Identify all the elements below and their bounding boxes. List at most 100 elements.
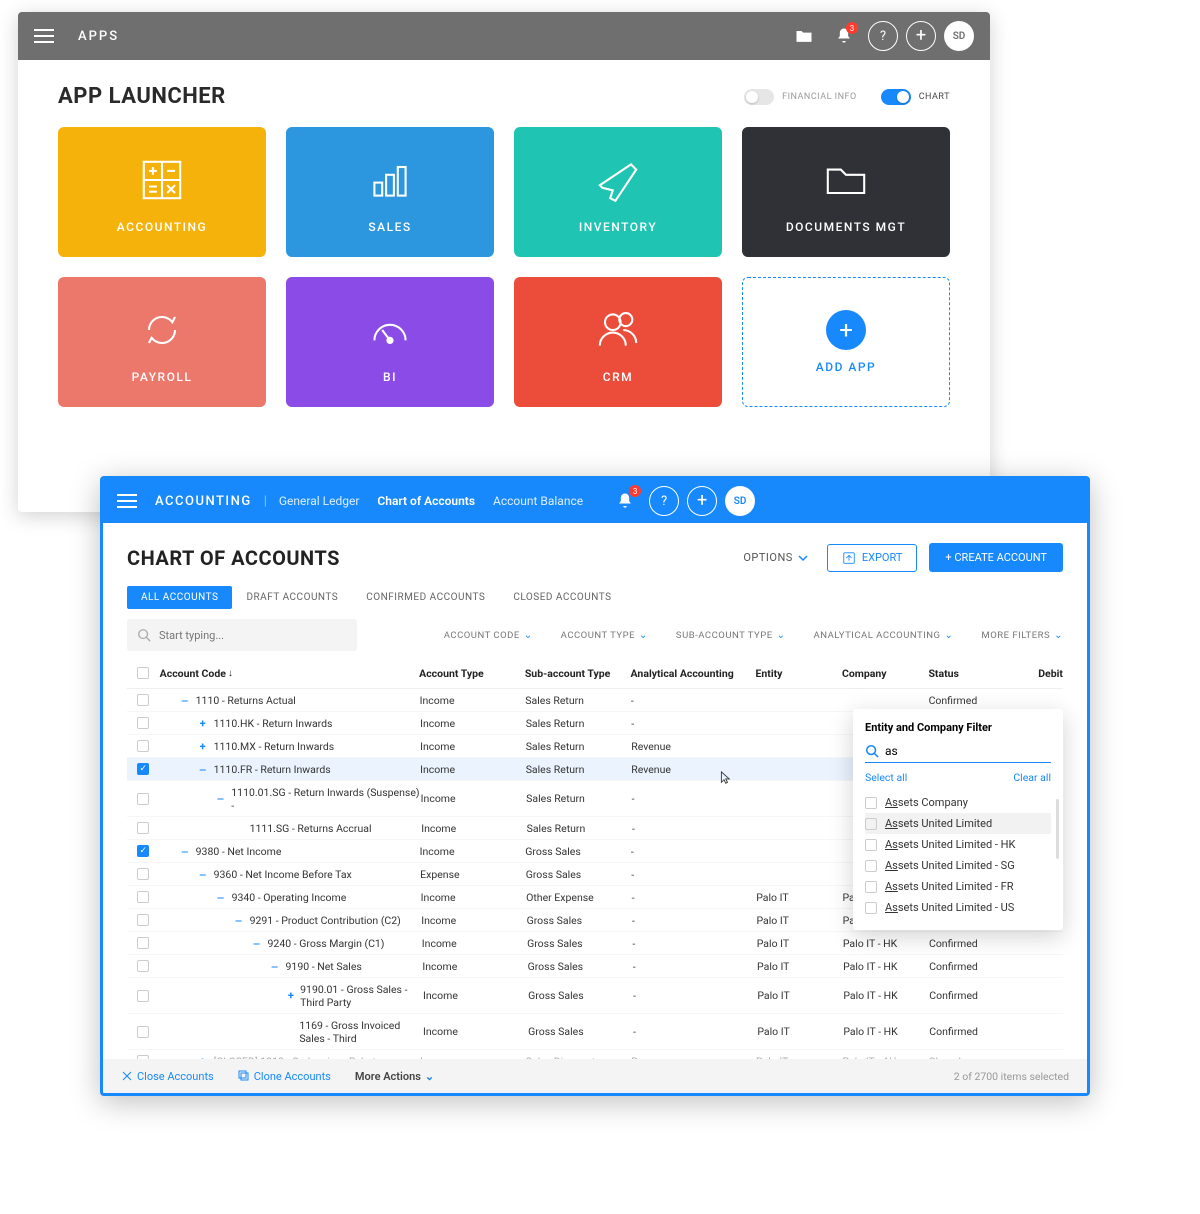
row-checkbox[interactable] (137, 1026, 149, 1038)
th-account-type[interactable]: Account Type (419, 667, 525, 680)
option-checkbox[interactable] (865, 902, 877, 914)
row-checkbox[interactable] (137, 960, 149, 972)
th-entity[interactable]: Entity (755, 667, 841, 680)
filter-option[interactable]: Assets United Limited - US (865, 897, 1051, 918)
option-checkbox[interactable] (865, 860, 877, 872)
th-debit[interactable]: Debit (1005, 667, 1063, 680)
row-checkbox[interactable] (137, 763, 149, 775)
th-company[interactable]: Company (842, 667, 928, 680)
toggle-label: CHART (919, 92, 950, 102)
option-checkbox[interactable] (865, 797, 877, 809)
create-account-button[interactable]: + CREATE ACCOUNT (929, 543, 1063, 572)
filter-account-code[interactable]: ACCOUNT CODE⌄ (444, 630, 533, 641)
collapse-icon[interactable] (196, 763, 210, 776)
row-checkbox[interactable] (137, 793, 149, 805)
help-icon[interactable]: ? (868, 21, 898, 51)
filter-option[interactable]: Assets United Limited (865, 813, 1051, 834)
options-button[interactable]: OPTIONS (743, 551, 809, 564)
export-button[interactable]: EXPORT (827, 544, 918, 572)
tab-closed-accounts[interactable]: CLOSED ACCOUNTS (499, 586, 625, 609)
th-analytical[interactable]: Analytical Accounting (631, 667, 756, 680)
folder-icon[interactable] (788, 20, 820, 52)
close-accounts-button[interactable]: Close Accounts (121, 1070, 214, 1083)
row-checkbox[interactable] (137, 937, 149, 949)
row-checkbox[interactable] (137, 822, 149, 834)
breadcrumb-general-ledger[interactable]: General Ledger (279, 494, 360, 508)
row-checkbox[interactable] (137, 740, 149, 752)
popover-title: Entity and Company Filter (865, 721, 1051, 734)
clone-accounts-button[interactable]: Clone Accounts (238, 1070, 331, 1083)
collapse-icon[interactable] (178, 694, 192, 707)
row-checkbox[interactable] (137, 868, 149, 880)
avatar[interactable]: SD (944, 21, 974, 51)
filter-more[interactable]: MORE FILTERS⌄ (981, 630, 1063, 641)
clear-all-link[interactable]: Clear all (1013, 771, 1051, 784)
collapse-icon[interactable] (214, 792, 228, 805)
table-row[interactable]: 1169 - Gross Invoiced Sales - ThirdIncom… (127, 1014, 1063, 1050)
collapse-icon[interactable] (178, 845, 192, 858)
add-icon[interactable]: + (906, 21, 936, 51)
filter-option[interactable]: Assets Company (865, 792, 1051, 813)
th-sub-type[interactable]: Sub-account Type (525, 667, 631, 680)
filter-option[interactable]: Assets United Limited - FR (865, 876, 1051, 897)
tile-crm[interactable]: CRM (514, 277, 722, 407)
bell-icon[interactable]: 3 (828, 20, 860, 52)
breadcrumb-chart-of-accounts[interactable]: Chart of Accounts (377, 494, 475, 508)
expand-icon[interactable] (196, 717, 210, 730)
tile-bi[interactable]: BI (286, 277, 494, 407)
filter-sub-account-type[interactable]: SUB-ACCOUNT TYPE⌄ (676, 630, 786, 641)
table-row[interactable]: 9190 - Net SalesIncomeGross Sales-Palo I… (127, 955, 1063, 978)
cell-type: Income (420, 740, 526, 753)
table-row[interactable]: 9190.01 - Gross Sales - Third PartyIncom… (127, 978, 1063, 1014)
row-checkbox[interactable] (137, 845, 149, 857)
breadcrumb-account-balance[interactable]: Account Balance (493, 494, 583, 508)
row-checkbox[interactable] (137, 717, 149, 729)
th-status[interactable]: Status (928, 667, 1005, 680)
collapse-icon[interactable] (214, 891, 228, 904)
filter-analytical[interactable]: ANALYTICAL ACCOUNTING⌄ (814, 630, 954, 641)
menu-icon[interactable] (117, 494, 137, 508)
collapse-icon[interactable] (232, 914, 246, 927)
tab-draft-accounts[interactable]: DRAFT ACCOUNTS (232, 586, 352, 609)
option-checkbox[interactable] (865, 839, 877, 851)
tile-payroll[interactable]: PAYROLL (58, 277, 266, 407)
collapse-icon[interactable] (268, 960, 282, 973)
cell-sub: Sales Return (526, 792, 631, 805)
row-checkbox[interactable] (137, 891, 149, 903)
popover-search-input[interactable] (885, 744, 1051, 758)
expand-icon[interactable] (196, 740, 210, 753)
tile-inventory[interactable]: INVENTORY (514, 127, 722, 257)
row-checkbox[interactable] (137, 990, 149, 1002)
avatar[interactable]: SD (725, 486, 755, 516)
collapse-icon[interactable] (196, 868, 210, 881)
help-icon[interactable]: ? (649, 486, 679, 516)
tile-sales[interactable]: SALES (286, 127, 494, 257)
row-checkbox[interactable] (137, 694, 149, 706)
th-account-code[interactable]: Account Code↓ (160, 667, 419, 680)
option-checkbox[interactable] (865, 881, 877, 893)
add-icon[interactable]: + (687, 486, 717, 516)
more-actions-button[interactable]: More Actions⌄ (355, 1070, 434, 1083)
option-label: Assets United Limited (885, 817, 992, 830)
bell-icon[interactable]: 3 (609, 485, 641, 517)
table-row[interactable]: 9240 - Gross Margin (C1)IncomeGross Sale… (127, 932, 1063, 955)
tile-accounting[interactable]: ACCOUNTING (58, 127, 266, 257)
toggle-financial-info[interactable]: FINANCIAL INFO (744, 89, 857, 105)
filter-option[interactable]: Assets United Limited - SG (865, 855, 1051, 876)
select-all-link[interactable]: Select all (865, 771, 907, 784)
menu-icon[interactable] (34, 29, 54, 43)
tile-add-app[interactable]: + ADD APP (742, 277, 950, 407)
filter-option[interactable]: Assets United Limited - HK (865, 834, 1051, 855)
search-input[interactable] (159, 629, 347, 642)
toggle-chart[interactable]: CHART (881, 89, 950, 105)
tab-confirmed-accounts[interactable]: CONFIRMED ACCOUNTS (352, 586, 499, 609)
option-checkbox[interactable] (865, 818, 877, 830)
row-checkbox[interactable] (137, 914, 149, 926)
popover-scrollbar[interactable] (1056, 799, 1059, 859)
expand-icon[interactable] (285, 989, 296, 1002)
filter-account-type[interactable]: ACCOUNT TYPE⌄ (561, 630, 648, 641)
tile-documents[interactable]: DOCUMENTS MGT (742, 127, 950, 257)
select-all-checkbox[interactable] (137, 667, 149, 679)
collapse-icon[interactable] (250, 937, 264, 950)
tab-all-accounts[interactable]: ALL ACCOUNTS (127, 586, 232, 609)
